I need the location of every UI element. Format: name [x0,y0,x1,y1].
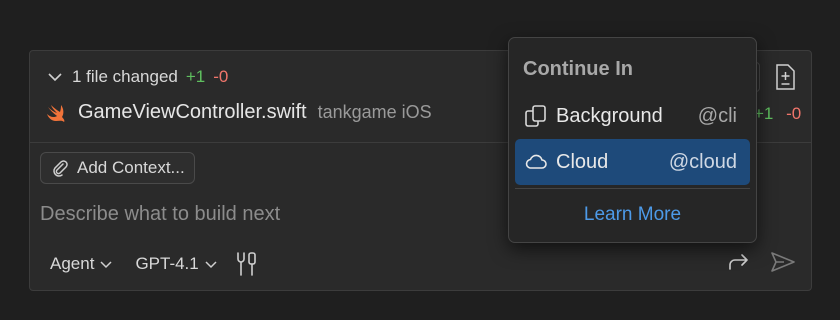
menu-item-label: Background [556,104,663,127]
lines-removed: -0 [213,67,229,86]
menu-item-alias: @cloud [668,150,737,173]
paperclip-icon [53,160,68,177]
menu-title: Continue In [523,58,633,80]
model-label: GPT-4.1 [135,254,199,273]
composer-toolbar: Agent GPT-4.1 [50,251,260,277]
changes-count: 1 file changed [72,67,178,86]
menu-item-alias: @cli [697,104,737,127]
file-name: GameViewController.swift [78,101,307,123]
send-icon[interactable] [770,250,796,274]
chevron-down-icon [205,261,217,269]
prompt-input[interactable]: Describe what to build next [40,203,280,226]
open-diff-button[interactable] [770,62,800,92]
chevron-down-icon[interactable] [46,68,64,86]
model-dropdown[interactable]: GPT-4.1 [135,254,217,274]
changed-file-row[interactable]: GameViewController.swift tankgame iOS [46,101,432,124]
menu-divider [515,188,750,189]
add-context-label: Add Context... [77,158,185,177]
tools-icon[interactable] [234,251,260,277]
continue-in-menu: Continue In Background @cli Cloud @cloud… [508,37,757,243]
menu-item-cloud[interactable]: Cloud @cloud [515,139,750,185]
learn-more-link[interactable]: Learn More [509,204,756,226]
file-diff-icon [776,64,795,90]
copy-icon [525,105,546,127]
file-target: tankgame iOS [317,102,432,122]
lines-added: +1 [185,67,206,86]
menu-item-label: Cloud [556,150,609,173]
chevron-down-icon [100,261,112,269]
swift-file-icon [47,104,65,122]
cloud-icon [525,154,547,169]
continue-in-icon[interactable] [727,250,751,274]
changes-header[interactable]: 1 file changed +1 -0 [46,67,228,87]
file-lines-removed: -0 [786,104,802,123]
add-context-button[interactable]: Add Context... [40,152,195,184]
mode-dropdown[interactable]: Agent [50,254,113,274]
mode-label: Agent [50,254,95,273]
file-stats: +1 -0 [754,104,801,124]
menu-item-background[interactable]: Background @cli [515,93,750,139]
